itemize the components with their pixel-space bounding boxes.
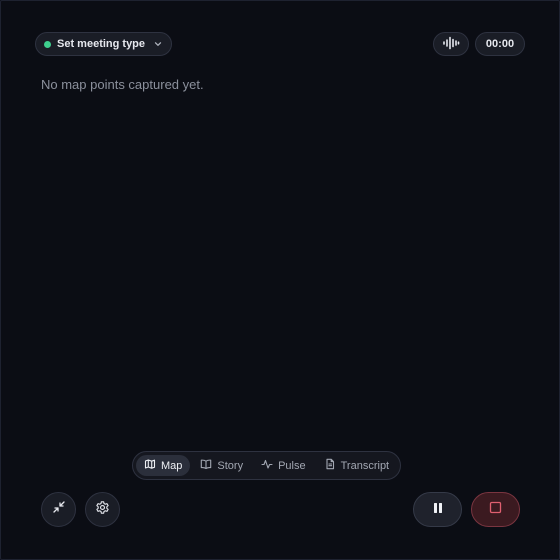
recorder-window: Set meeting type 00:00 No map points cap… (0, 0, 560, 560)
minimize-icon (52, 500, 66, 519)
chevron-down-icon (153, 39, 163, 49)
pause-icon (432, 501, 444, 519)
activity-icon (261, 458, 273, 473)
tab-label: Pulse (278, 459, 306, 472)
view-tabs: Map Story Pulse Transcript (132, 451, 402, 480)
recording-timer: 00:00 (475, 32, 525, 56)
book-open-icon (200, 458, 212, 473)
tab-map[interactable]: Map (136, 455, 191, 476)
tab-label: Map (161, 459, 183, 472)
audio-waveform-icon (442, 36, 460, 53)
map-icon (144, 458, 156, 473)
stop-icon (489, 501, 502, 519)
document-icon (324, 458, 336, 473)
settings-button[interactable] (85, 492, 120, 527)
pause-button[interactable] (413, 492, 462, 527)
header-controls: 00:00 (433, 32, 525, 56)
stop-button[interactable] (471, 492, 520, 527)
tab-transcript[interactable]: Transcript (316, 455, 398, 476)
tab-label: Story (217, 459, 244, 472)
empty-state-message: No map points captured yet. (41, 77, 204, 92)
meeting-type-label: Set meeting type (57, 38, 146, 50)
status-dot (44, 40, 51, 48)
tab-story[interactable]: Story (192, 455, 251, 476)
tab-pulse[interactable]: Pulse (253, 455, 314, 476)
minimize-button[interactable] (41, 492, 76, 527)
audio-level-button[interactable] (433, 32, 469, 56)
meeting-type-selector[interactable]: Set meeting type (35, 32, 173, 56)
tab-label: Transcript (340, 459, 390, 472)
gear-icon (95, 500, 110, 520)
